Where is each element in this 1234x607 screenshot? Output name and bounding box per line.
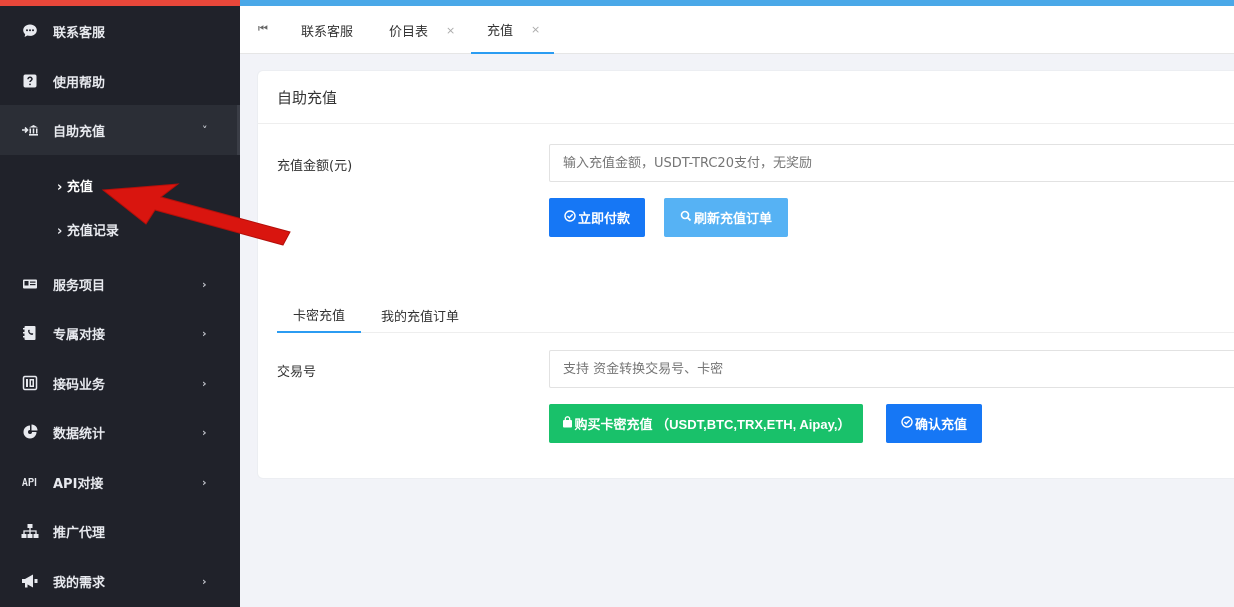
sidebar-item-label: 我的需求	[53, 575, 106, 591]
sidebar-subitem-text: 充值	[66, 179, 93, 195]
shopping-bag-icon	[562, 416, 573, 431]
sidebar-item-help[interactable]: 使用帮助	[0, 56, 240, 106]
chart-icon	[20, 422, 40, 442]
id-card-icon	[20, 274, 40, 294]
sidebar-item-label: 服务项目	[53, 278, 106, 294]
sidebar-subitem-label: › 充值记录	[57, 220, 119, 239]
subtab-my-orders[interactable]: 我的充值订单	[381, 297, 459, 333]
recharge-subtabs: 卡密充值 我的充值订单	[277, 297, 1234, 333]
amount-input[interactable]	[549, 144, 1234, 182]
chevron-right-icon: ›	[202, 326, 207, 340]
chevron-down-icon: ˅	[202, 123, 208, 137]
tab-label: 联系客服	[301, 24, 354, 40]
pay-now-label: 立即付款	[577, 211, 630, 226]
tab-contact-support[interactable]: 联系客服	[301, 6, 353, 54]
sitemap-icon	[20, 521, 40, 541]
amount-label: 充值金额(元)	[277, 159, 353, 174]
sidebar-item-label: 专属对接	[53, 327, 106, 343]
buy-card-recharge-label: 购买卡密充值 （USDT,BTC,TRX,ETH, Aipay,）	[574, 417, 851, 432]
sidebar-item-label: 推广代理	[53, 525, 106, 541]
subtab-label: 我的充值订单	[381, 309, 460, 325]
tab-bar: ⏮ 联系客服 价目表 × 充值 ×	[240, 6, 1234, 54]
sidebar-item-dedicated-connect[interactable]: 专属对接 ›	[0, 308, 240, 358]
sidebar-subitem-recharge[interactable]: › 充值	[0, 163, 240, 207]
sidebar-item-label: API对接	[53, 476, 104, 492]
transaction-input[interactable]	[549, 350, 1234, 388]
sidebar-item-promotion-agent[interactable]: 推广代理	[0, 506, 240, 556]
refresh-orders-button[interactable]: 刷新充值订单	[664, 198, 788, 237]
sidebar-item-label: 数据统计	[53, 426, 106, 442]
sidebar-item-sms-code[interactable]: 接码业务 ›	[0, 358, 240, 408]
sidebar-item-label: 联系客服	[53, 25, 106, 41]
close-icon[interactable]: ×	[446, 24, 455, 37]
megaphone-icon	[20, 571, 40, 591]
search-icon	[680, 210, 692, 225]
sidebar-item-api[interactable]: API对接 ›	[0, 457, 240, 507]
tab-price-list[interactable]: 价目表 ×	[389, 6, 455, 54]
sidebar-subitem-recharge-records[interactable]: › 充值记录	[0, 207, 240, 251]
sidebar-item-statistics[interactable]: 数据统计 ›	[0, 407, 240, 457]
chat-icon	[20, 21, 40, 41]
sms-code-icon	[20, 373, 40, 393]
tab-recharge[interactable]: 充值 ×	[471, 6, 555, 54]
recharge-icon	[20, 120, 40, 140]
first-tab-icon[interactable]: ⏮	[254, 20, 272, 38]
phone-book-icon	[20, 323, 40, 343]
sidebar-item-my-requests[interactable]: 我的需求 ›	[0, 556, 240, 606]
tab-label: 充值	[487, 23, 514, 39]
confirm-recharge-label: 确认充值	[914, 417, 967, 432]
card-title: 自助充值	[258, 71, 1234, 124]
pay-now-button[interactable]: 立即付款	[549, 198, 645, 237]
refresh-orders-label: 刷新充值订单	[693, 211, 772, 226]
chevron-right-icon: ›	[202, 475, 207, 489]
chevron-right-icon: ›	[202, 376, 207, 390]
chevron-right-icon: ›	[202, 277, 207, 291]
chevron-right-icon: ›	[202, 574, 207, 588]
sidebar-item-self-recharge[interactable]: 自助充值 ˅	[0, 105, 240, 155]
confirm-recharge-button[interactable]: 确认充值	[886, 404, 982, 443]
sidebar-subitem-label: › 充值	[57, 176, 93, 195]
sidebar: 联系客服 使用帮助 自助充值 ˅ › 充值 › 充值记录 服务项目 › 专属对接…	[0, 0, 240, 607]
subtab-label: 卡密充值	[293, 308, 346, 324]
chevron-right-icon: ›	[57, 223, 63, 239]
transaction-label: 交易号	[277, 365, 317, 380]
api-icon	[20, 472, 40, 492]
chevron-right-icon: ›	[57, 179, 63, 195]
buy-card-recharge-button[interactable]: 购买卡密充值 （USDT,BTC,TRX,ETH, Aipay,）	[549, 404, 863, 443]
help-icon	[20, 71, 40, 91]
chevron-right-icon: ›	[202, 425, 207, 439]
sidebar-item-services[interactable]: 服务项目 ›	[0, 259, 240, 309]
sidebar-item-contact-support[interactable]: 联系客服	[0, 6, 240, 56]
check-circle-icon	[564, 210, 576, 225]
sidebar-item-label: 使用帮助	[53, 75, 106, 91]
recharge-card: 自助充值 充值金额(元) 立即付款 刷新充值订单 卡密充值 我的充值订单 交易号…	[257, 70, 1234, 479]
sidebar-subitem-text: 充值记录	[66, 223, 119, 239]
close-icon[interactable]: ×	[531, 23, 540, 36]
subtab-card-recharge[interactable]: 卡密充值	[277, 297, 362, 333]
sidebar-item-label: 自助充值	[53, 124, 106, 140]
check-circle-icon	[901, 416, 913, 431]
sidebar-item-label: 接码业务	[53, 377, 106, 393]
tab-label: 价目表	[389, 24, 429, 40]
